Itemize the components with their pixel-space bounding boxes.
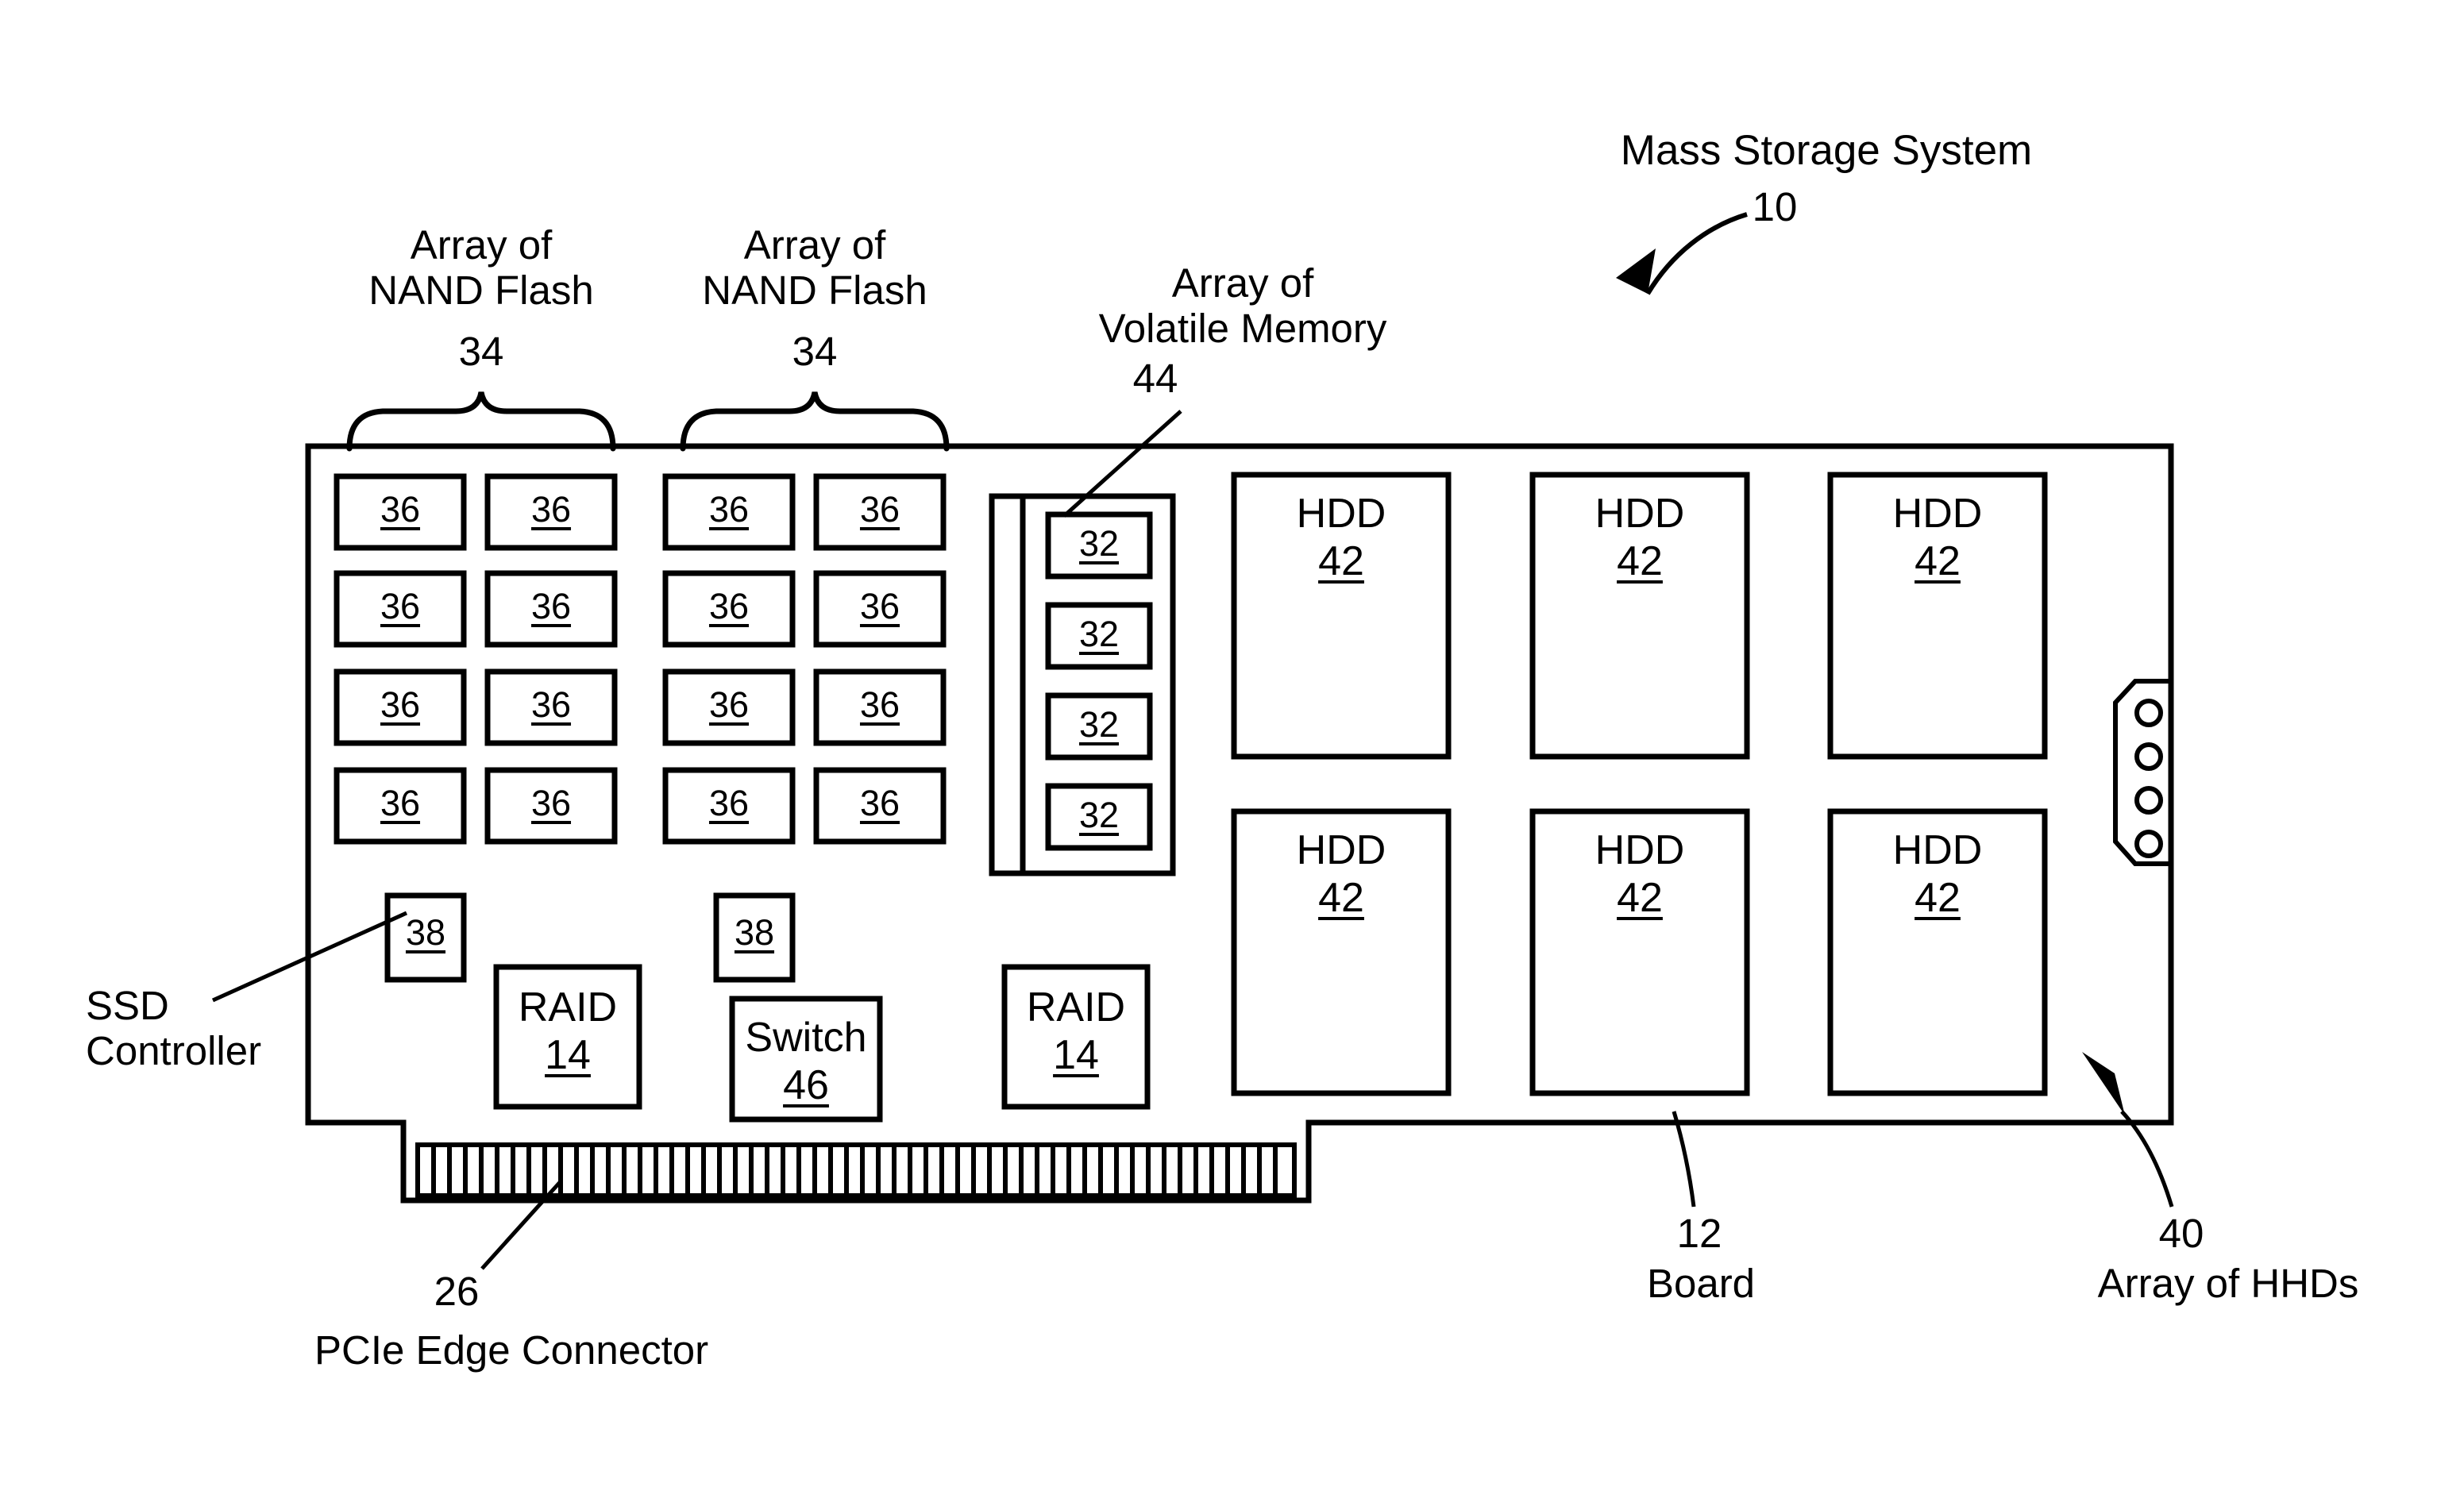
- nand-group-2-label: Array of NAND Flash: [702, 222, 927, 314]
- mounting-bracket: [2113, 679, 2171, 866]
- nand-group-2-ref: 34: [792, 329, 838, 374]
- ssd-controller-label: SSD Controller: [86, 983, 262, 1074]
- raid-name: RAID: [1026, 984, 1126, 1030]
- switch-name: Switch: [745, 1015, 867, 1061]
- hdd-name: HDD: [1892, 827, 1983, 873]
- board-label: Board: [1646, 1261, 1756, 1306]
- raid-ref: 14: [545, 1032, 591, 1078]
- nand-chip-ref: 36: [380, 783, 421, 823]
- volatile-module-ref: 32: [1078, 704, 1120, 745]
- raid-name: RAID: [518, 984, 618, 1030]
- nand-chip-ref: 36: [859, 684, 900, 725]
- patent-figure: Mass Storage System 10 Array of NAND Flas…: [0, 0, 2464, 1510]
- page-title: Mass Storage System: [1620, 127, 2033, 174]
- volatile-module-ref: 32: [1078, 795, 1120, 835]
- nand-group-1-ref: 34: [458, 329, 504, 374]
- bracket-hole-3: [2134, 786, 2163, 815]
- nand-chip-ref: 36: [530, 783, 572, 823]
- nand-chip-ref: 36: [530, 684, 572, 725]
- hdd-ref: 42: [1915, 538, 1961, 584]
- hdd-ref: 42: [1318, 538, 1364, 584]
- hdd-ref: 42: [1318, 875, 1364, 921]
- nand-chip-ref: 36: [708, 489, 750, 530]
- switch-ref: 46: [783, 1062, 829, 1108]
- nand-chip-ref: 36: [859, 586, 900, 626]
- ssd-controller-ref: 38: [734, 912, 775, 953]
- pcie-label: PCIe Edge Connector: [314, 1327, 709, 1373]
- pcie-ref: 26: [434, 1269, 480, 1314]
- nand-group-brace: [680, 391, 950, 452]
- volatile-memory-leader: [1062, 410, 1182, 518]
- hdd-ref: 42: [1915, 875, 1961, 921]
- volatile-module-ref: 32: [1078, 523, 1120, 564]
- hdd-name: HDD: [1594, 827, 1685, 873]
- bracket-hole-1: [2134, 699, 2163, 727]
- nand-group-brace: [346, 391, 616, 452]
- hdd-array-label: Array of HHDs: [2097, 1261, 2359, 1306]
- pcie-edge-connector-fingers: [415, 1142, 1297, 1198]
- ssd-controller-ref: 38: [405, 912, 446, 953]
- nand-chip-ref: 36: [708, 684, 750, 725]
- nand-chip-ref: 36: [530, 586, 572, 626]
- hdd-name: HDD: [1594, 491, 1685, 537]
- bracket-hole-4: [2134, 830, 2163, 858]
- volatile-module-ref: 32: [1078, 614, 1120, 654]
- nand-chip-ref: 36: [708, 586, 750, 626]
- nand-chip-ref: 36: [380, 684, 421, 725]
- hdd-array-arrowhead: [2082, 1052, 2125, 1115]
- nand-chip-ref: 36: [859, 489, 900, 530]
- hdd-ref: 42: [1617, 538, 1663, 584]
- nand-chip-ref: 36: [708, 783, 750, 823]
- hdd-name: HDD: [1296, 827, 1386, 873]
- hdd-array-leader: [2120, 1110, 2174, 1208]
- board-leader: [1672, 1111, 1696, 1208]
- board-ref: 12: [1676, 1211, 1722, 1256]
- nand-chip-ref: 36: [380, 489, 421, 530]
- nand-chip-ref: 36: [380, 586, 421, 626]
- hdd-ref: 42: [1617, 875, 1663, 921]
- nand-group-1-label: Array of NAND Flash: [368, 222, 594, 314]
- nand-chip-ref: 36: [530, 489, 572, 530]
- hdd-name: HDD: [1296, 491, 1386, 537]
- volatile-memory-ref: 44: [1132, 356, 1178, 401]
- page-title-ref: 10: [1752, 184, 1798, 229]
- bracket-hole-2: [2134, 742, 2163, 771]
- hdd-name: HDD: [1892, 491, 1983, 537]
- hdd-array-ref: 40: [2158, 1211, 2204, 1256]
- raid-ref: 14: [1053, 1032, 1099, 1078]
- volatile-memory-label: Array of Volatile Memory: [1098, 260, 1387, 352]
- nand-chip-ref: 36: [859, 783, 900, 823]
